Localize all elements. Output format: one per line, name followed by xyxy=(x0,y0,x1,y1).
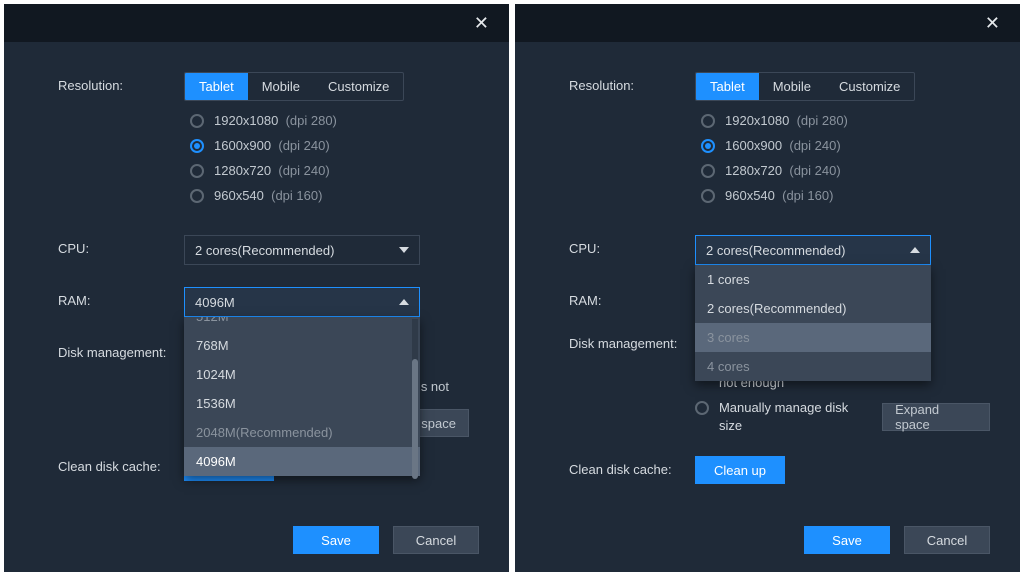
row-cpu: CPU: 2 cores(Recommended) 1 cores 2 core… xyxy=(569,235,990,265)
row-ram: RAM: 4096M 512M 768M 1024M 1536M 2048M(R… xyxy=(58,287,479,317)
content: Resolution: Tablet Mobile Customize 1920… xyxy=(515,42,1020,508)
cpu-option[interactable]: 3 cores xyxy=(695,323,931,352)
resolution-text: 1920x1080 (dpi 280) xyxy=(725,113,848,128)
resolution-option[interactable]: 960x540 (dpi 160) xyxy=(701,188,990,203)
ram-select[interactable]: 4096M xyxy=(184,287,420,317)
ram-select-value: 4096M xyxy=(195,295,235,310)
save-button[interactable]: Save xyxy=(804,526,890,554)
clean-label: Clean disk cache: xyxy=(569,456,695,477)
row-clean: Clean disk cache: Clean up xyxy=(569,456,990,484)
disk-manual-option[interactable]: Manually manage disk size xyxy=(695,399,874,434)
ram-option[interactable]: 2048M(Recommended) xyxy=(184,418,420,447)
row-cpu: CPU: 2 cores(Recommended) xyxy=(58,235,479,265)
resolution-option[interactable]: 1600x900 (dpi 240) xyxy=(701,138,990,153)
cpu-select-value: 2 cores(Recommended) xyxy=(195,243,334,258)
radio-icon xyxy=(701,164,715,178)
tab-mobile[interactable]: Mobile xyxy=(759,73,825,100)
resolution-text: 960x540 (dpi 160) xyxy=(725,188,833,203)
ram-label: RAM: xyxy=(569,287,695,308)
scrollbar-thumb[interactable] xyxy=(412,359,418,479)
ram-label: RAM: xyxy=(58,287,184,308)
resolution-text: 1280x720 (dpi 240) xyxy=(214,163,330,178)
tab-tablet[interactable]: Tablet xyxy=(185,73,248,100)
ram-option[interactable]: 4096M xyxy=(184,447,420,476)
radio-icon xyxy=(701,189,715,203)
cleanup-button[interactable]: Clean up xyxy=(695,456,785,484)
resolution-text: 1600x900 (dpi 240) xyxy=(725,138,841,153)
resolution-tabs: Tablet Mobile Customize xyxy=(695,72,915,101)
radio-icon xyxy=(190,189,204,203)
resolution-list: 1920x1080 (dpi 280) 1600x900 (dpi 240) xyxy=(695,113,990,203)
settings-dialog-right: ✕ Resolution: Tablet Mobile Customize 19… xyxy=(515,4,1020,572)
ram-option[interactable]: 1536M xyxy=(184,389,420,418)
ram-option[interactable]: 1024M xyxy=(184,360,420,389)
cpu-label: CPU: xyxy=(569,235,695,256)
close-icon[interactable]: ✕ xyxy=(466,9,497,38)
expand-space-button[interactable]: Expand space xyxy=(882,403,990,431)
resolution-option[interactable]: 1920x1080 (dpi 280) xyxy=(190,113,479,128)
cpu-dropdown: 1 cores 2 cores(Recommended) 3 cores 4 c… xyxy=(695,265,931,381)
scrollbar[interactable] xyxy=(412,319,418,474)
cpu-select-value: 2 cores(Recommended) xyxy=(706,243,845,258)
cpu-option[interactable]: 1 cores xyxy=(695,265,931,294)
ram-option[interactable]: 512M xyxy=(184,317,420,331)
cpu-select[interactable]: 2 cores(Recommended) xyxy=(695,235,931,265)
close-icon[interactable]: ✕ xyxy=(977,9,1008,38)
radio-icon xyxy=(701,114,715,128)
resolution-text: 1600x900 (dpi 240) xyxy=(214,138,330,153)
clean-label: Clean disk cache: xyxy=(58,453,184,474)
radio-icon xyxy=(190,139,204,153)
resolution-label: Resolution: xyxy=(569,72,695,93)
row-resolution: Resolution: Tablet Mobile Customize 1920… xyxy=(569,72,990,213)
titlebar: ✕ xyxy=(4,4,509,42)
chevron-up-icon xyxy=(399,299,409,305)
save-button[interactable]: Save xyxy=(293,526,379,554)
ram-option[interactable]: 768M xyxy=(184,331,420,360)
tab-customize[interactable]: Customize xyxy=(825,73,914,100)
resolution-text: 960x540 (dpi 160) xyxy=(214,188,322,203)
row-resolution: Resolution: Tablet Mobile Customize 1920… xyxy=(58,72,479,213)
tab-customize[interactable]: Customize xyxy=(314,73,403,100)
content: Resolution: Tablet Mobile Customize 1920… xyxy=(4,42,509,508)
cpu-label: CPU: xyxy=(58,235,184,256)
resolution-list: 1920x1080 (dpi 280) 1600x900 (dpi 240) xyxy=(184,113,479,203)
chevron-down-icon xyxy=(399,247,409,253)
resolution-option[interactable]: 1600x900 (dpi 240) xyxy=(190,138,479,153)
titlebar: ✕ xyxy=(515,4,1020,42)
radio-icon xyxy=(701,139,715,153)
cpu-select[interactable]: 2 cores(Recommended) xyxy=(184,235,420,265)
cancel-button[interactable]: Cancel xyxy=(393,526,479,554)
disk-label: Disk management: xyxy=(569,330,695,351)
resolution-label: Resolution: xyxy=(58,72,184,93)
resolution-option[interactable]: 960x540 (dpi 160) xyxy=(190,188,479,203)
ram-dropdown: 512M 768M 1024M 1536M 2048M(Recommended)… xyxy=(184,317,420,476)
resolution-tabs: Tablet Mobile Customize xyxy=(184,72,404,101)
radio-icon xyxy=(190,114,204,128)
disk-label: Disk management: xyxy=(58,339,184,360)
radio-icon xyxy=(695,401,709,415)
resolution-text: 1280x720 (dpi 240) xyxy=(725,163,841,178)
dialog-footer: Save Cancel xyxy=(4,508,509,572)
settings-dialog-left: ✕ Resolution: Tablet Mobile Customize 19… xyxy=(4,4,509,572)
dialog-footer: Save Cancel xyxy=(515,508,1020,572)
resolution-option[interactable]: 1280x720 (dpi 240) xyxy=(190,163,479,178)
resolution-text: 1920x1080 (dpi 280) xyxy=(214,113,337,128)
cancel-button[interactable]: Cancel xyxy=(904,526,990,554)
cpu-option[interactable]: 4 cores xyxy=(695,352,931,381)
resolution-option[interactable]: 1280x720 (dpi 240) xyxy=(701,163,990,178)
radio-icon xyxy=(190,164,204,178)
disk-manual-label: Manually manage disk size xyxy=(719,399,874,434)
chevron-up-icon xyxy=(910,247,920,253)
resolution-option[interactable]: 1920x1080 (dpi 280) xyxy=(701,113,990,128)
tab-mobile[interactable]: Mobile xyxy=(248,73,314,100)
cpu-option[interactable]: 2 cores(Recommended) xyxy=(695,294,931,323)
tab-tablet[interactable]: Tablet xyxy=(696,73,759,100)
